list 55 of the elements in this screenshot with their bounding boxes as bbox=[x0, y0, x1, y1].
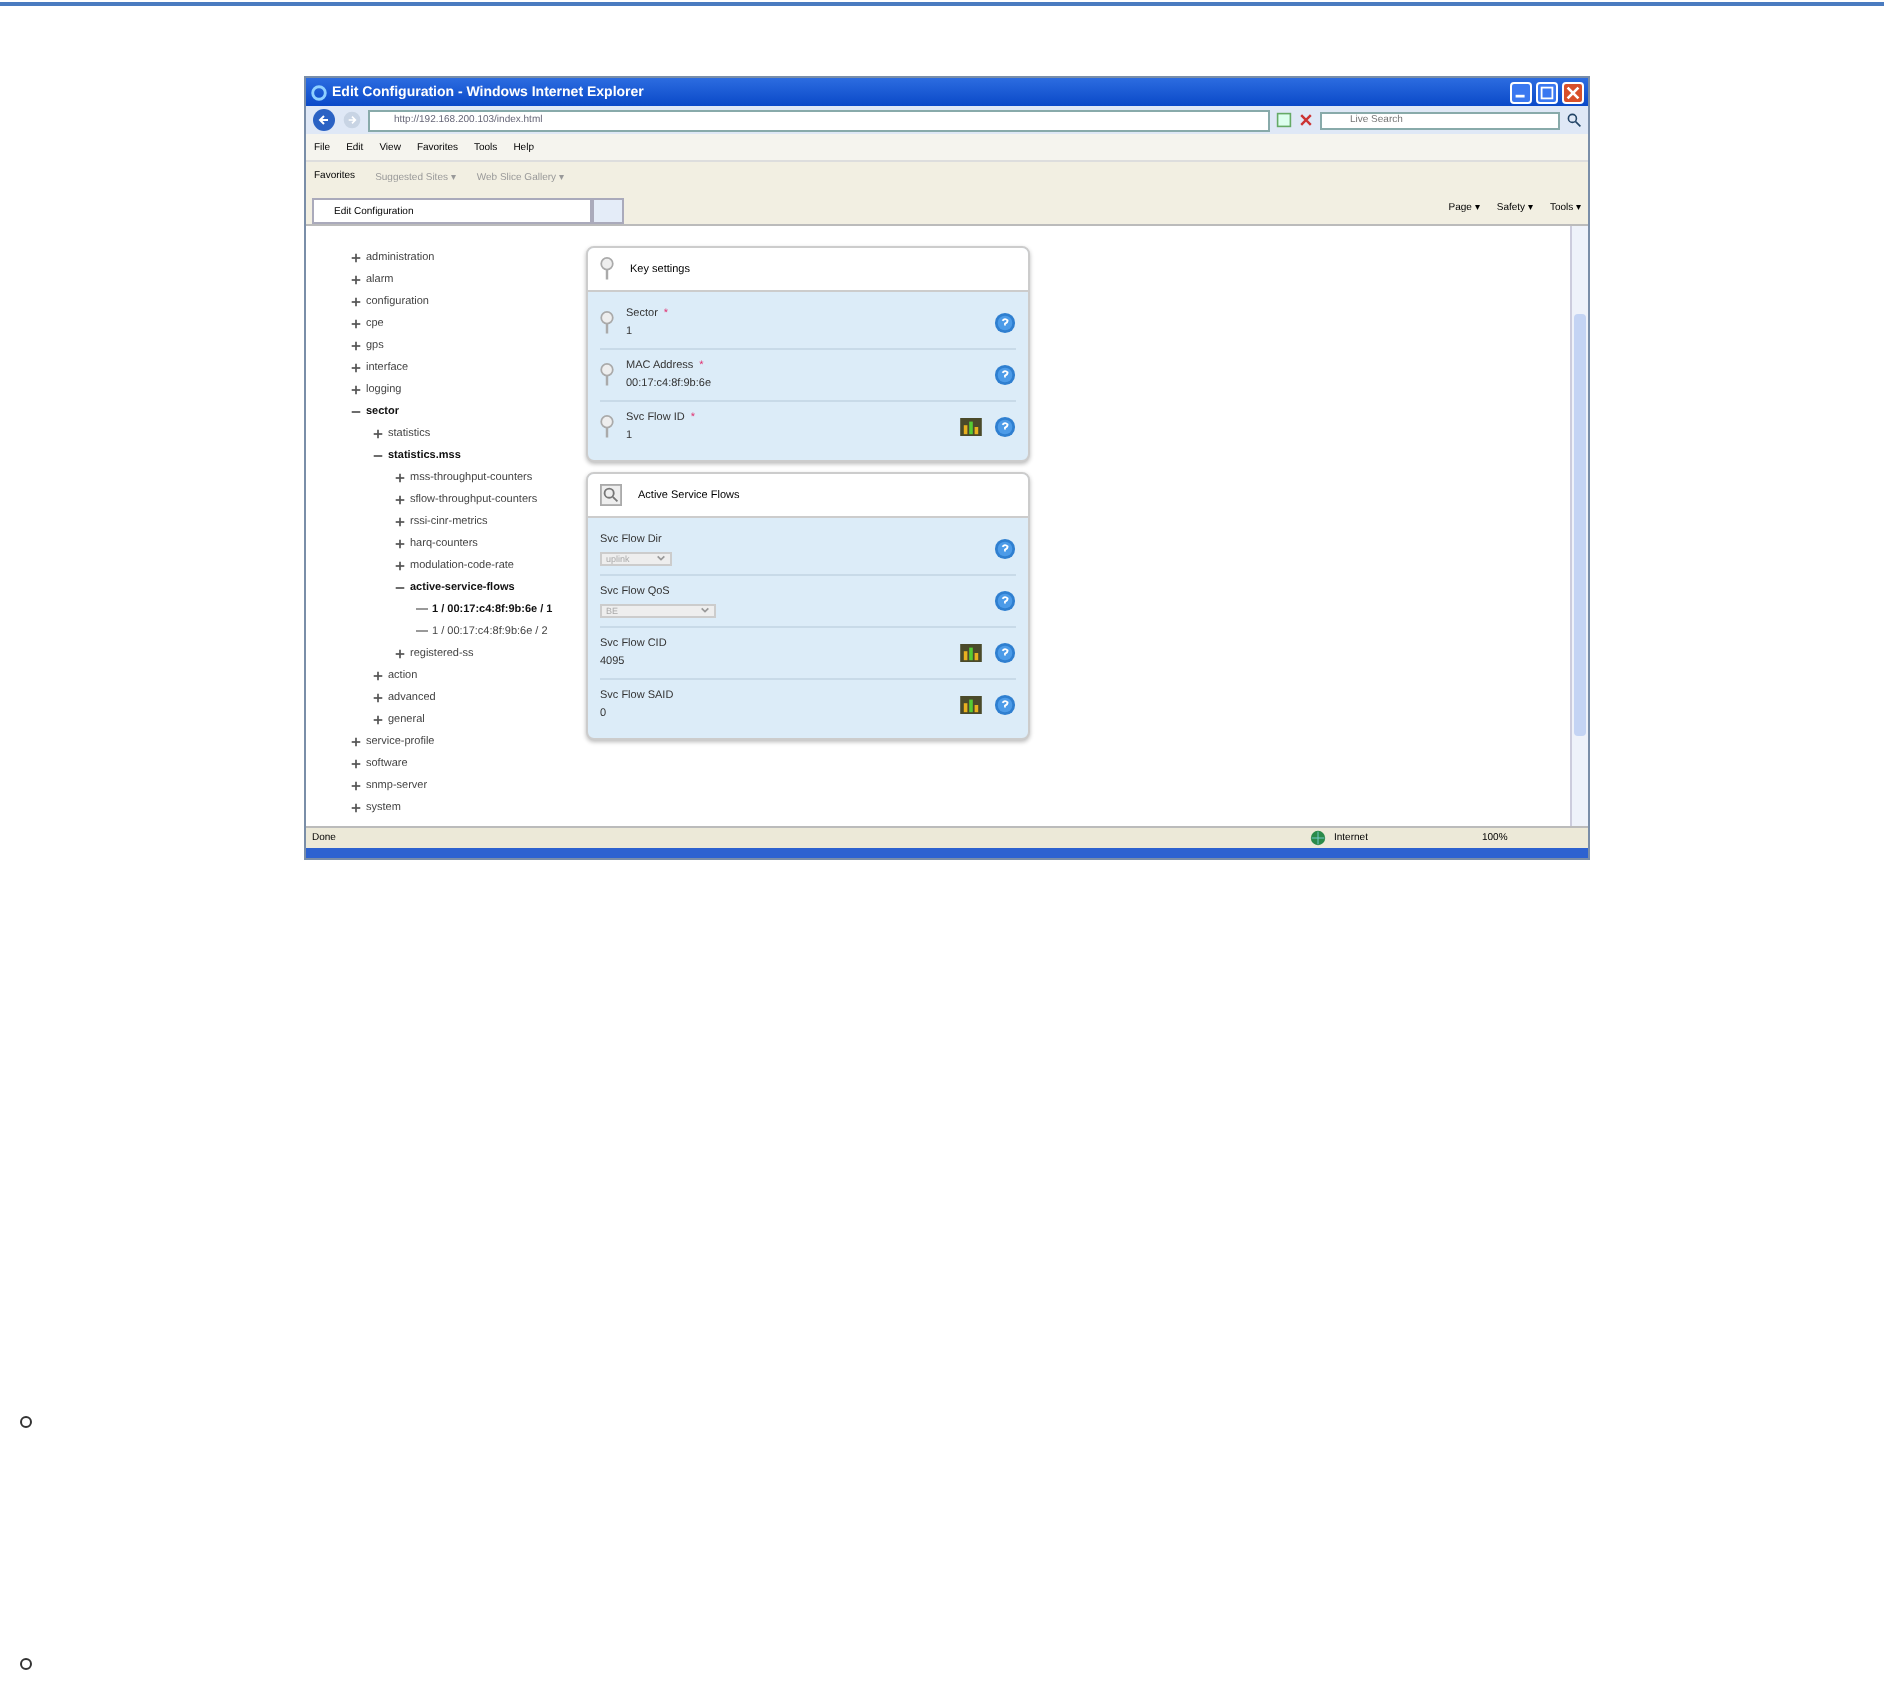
expander-icon[interactable] bbox=[350, 361, 362, 373]
expander-icon[interactable] bbox=[350, 801, 362, 813]
expander-icon[interactable] bbox=[394, 581, 406, 593]
expander-icon[interactable] bbox=[394, 493, 406, 505]
back-button[interactable] bbox=[312, 108, 336, 132]
expander-icon[interactable] bbox=[350, 251, 362, 263]
expander-icon[interactable] bbox=[350, 735, 362, 747]
bullet-icon bbox=[20, 1416, 32, 1428]
expander-icon[interactable] bbox=[350, 383, 362, 395]
close-icon bbox=[1564, 83, 1582, 101]
expander-icon[interactable] bbox=[372, 713, 384, 725]
help-icon[interactable] bbox=[994, 538, 1016, 560]
pin-icon bbox=[600, 362, 614, 388]
expander-icon[interactable] bbox=[350, 405, 362, 417]
chart-icon[interactable] bbox=[960, 418, 982, 436]
help-icon[interactable] bbox=[994, 312, 1016, 334]
help-icon[interactable] bbox=[994, 642, 1016, 664]
search-icon[interactable] bbox=[1566, 112, 1582, 128]
expander-icon[interactable] bbox=[394, 471, 406, 483]
help-icon[interactable] bbox=[994, 364, 1016, 386]
expander-icon[interactable] bbox=[350, 757, 362, 769]
chart-icon[interactable] bbox=[960, 644, 982, 662]
maximize-icon bbox=[1538, 83, 1556, 101]
expander-icon[interactable] bbox=[372, 449, 384, 461]
globe-icon bbox=[1310, 830, 1326, 846]
caret-icon bbox=[656, 554, 666, 562]
pin-icon bbox=[600, 414, 614, 440]
expander-icon[interactable] bbox=[350, 295, 362, 307]
close-button[interactable] bbox=[1562, 81, 1584, 103]
expander-icon[interactable] bbox=[372, 691, 384, 703]
expander-icon[interactable] bbox=[372, 427, 384, 439]
caret-icon bbox=[700, 606, 710, 614]
chart-icon[interactable] bbox=[960, 696, 982, 714]
stop-icon[interactable] bbox=[1298, 112, 1314, 128]
expander-icon[interactable] bbox=[394, 559, 406, 571]
maximize-button[interactable] bbox=[1536, 81, 1558, 103]
expander-icon[interactable] bbox=[350, 779, 362, 791]
expander-icon[interactable] bbox=[350, 339, 362, 351]
expander-icon[interactable] bbox=[394, 515, 406, 527]
expander-icon[interactable] bbox=[372, 669, 384, 681]
pin-icon bbox=[600, 256, 614, 282]
help-icon[interactable] bbox=[994, 590, 1016, 612]
scrollbar[interactable] bbox=[1570, 226, 1588, 826]
expander-icon[interactable] bbox=[394, 647, 406, 659]
search-icon bbox=[600, 484, 622, 506]
pin-icon bbox=[600, 310, 614, 336]
browser-logo-icon bbox=[310, 83, 328, 101]
expander-icon[interactable] bbox=[350, 273, 362, 285]
minimize-button[interactable] bbox=[1510, 81, 1532, 103]
refresh-icon[interactable] bbox=[1276, 112, 1292, 128]
bullet-icon bbox=[20, 1658, 32, 1670]
help-icon[interactable] bbox=[994, 416, 1016, 438]
help-icon[interactable] bbox=[994, 694, 1016, 716]
expander-icon[interactable] bbox=[394, 537, 406, 549]
expander-icon[interactable] bbox=[350, 317, 362, 329]
